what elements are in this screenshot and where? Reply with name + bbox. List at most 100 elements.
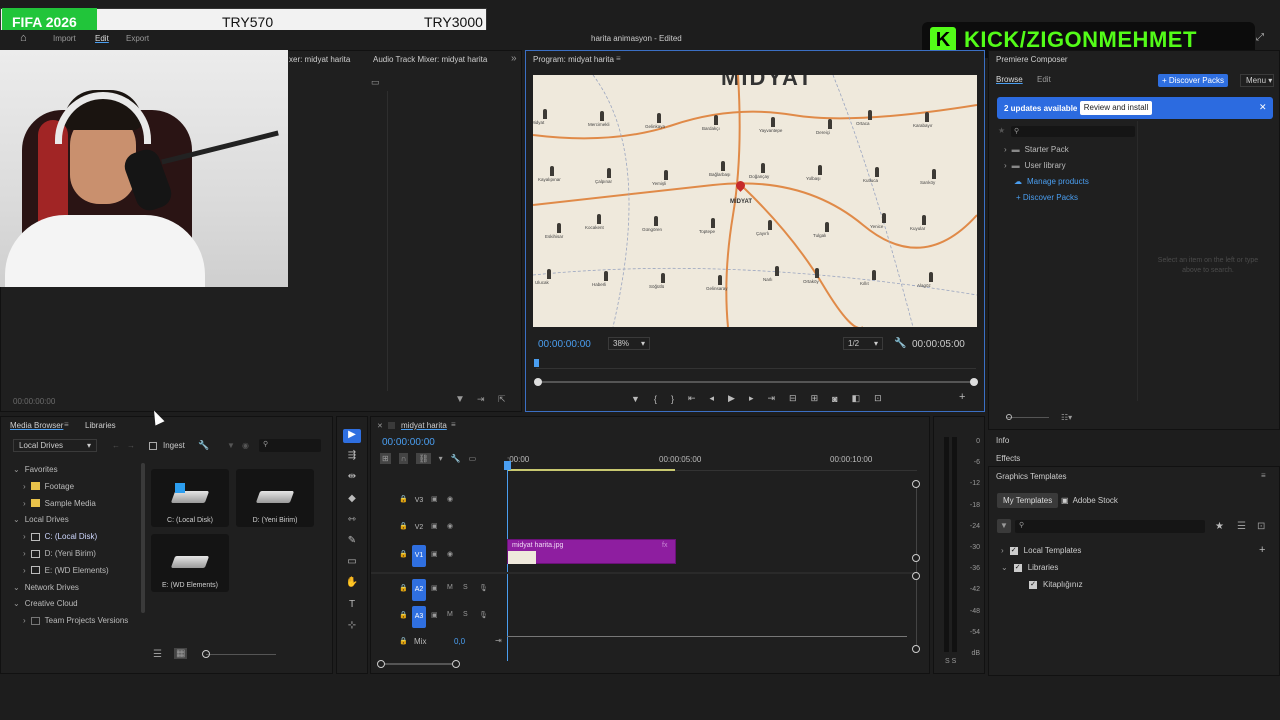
track-select-icon[interactable]: ⇶ xyxy=(343,450,361,464)
media-tree-item[interactable]: › Sample Media xyxy=(23,499,96,508)
razor-icon[interactable]: ◆ xyxy=(343,493,361,507)
step-back-icon[interactable]: ◂ xyxy=(710,393,715,404)
export-frame-icon[interactable]: ⇱ xyxy=(498,394,506,405)
lock-icon[interactable]: 🔒 xyxy=(399,550,408,558)
chevron-down-icon[interactable]: ⌄ xyxy=(13,583,20,592)
vscroll-handle-mid[interactable] xyxy=(912,554,920,562)
my-templates-tab[interactable]: My Templates xyxy=(997,493,1059,508)
track-label[interactable]: A3 xyxy=(412,606,426,628)
add-icon[interactable]: + xyxy=(1259,544,1265,556)
wrench-icon[interactable]: 🔧 xyxy=(451,454,461,463)
thumb-c-drive[interactable]: C: (Local Disk) xyxy=(151,469,229,527)
timeline-vscroll[interactable] xyxy=(916,483,917,653)
tree-discover-packs[interactable]: + Discover Packs xyxy=(1016,193,1078,202)
composer-tab-browse[interactable]: Browse xyxy=(996,75,1023,84)
mix-value[interactable]: 0,0 xyxy=(454,637,465,646)
forward-arrow-icon[interactable]: → xyxy=(127,441,135,450)
timeline-hscroll[interactable] xyxy=(381,663,456,665)
tab-libraries[interactable]: Libraries xyxy=(85,421,116,430)
lock-icon[interactable]: 🔒 xyxy=(399,637,408,645)
composer-tab-edit[interactable]: Edit xyxy=(1037,75,1051,84)
rectangle-icon[interactable]: ▭ xyxy=(343,556,361,570)
mark-out-icon[interactable]: } xyxy=(671,394,674,404)
chevron-down-icon[interactable]: ⌄ xyxy=(13,599,20,608)
zoom-slider[interactable] xyxy=(1007,417,1049,418)
solo-buttons[interactable]: S S xyxy=(945,658,956,665)
chevron-right-icon[interactable]: › xyxy=(23,499,26,508)
thumb-size-slider[interactable] xyxy=(206,654,276,655)
mixer-panel-icon[interactable]: ▭ xyxy=(371,77,380,88)
program-timecode[interactable]: 00:00:00:00 xyxy=(538,339,591,350)
resolution-select[interactable]: 1/2 ▾ xyxy=(843,337,883,350)
media-tree-item[interactable]: ⌄ Favorites xyxy=(13,465,58,474)
track-label[interactable]: V1 xyxy=(412,545,426,567)
media-tree-item[interactable]: › D: (Yeni Birim) xyxy=(23,549,96,558)
discover-packs-button[interactable]: + Discover Packs xyxy=(1158,74,1228,87)
solo-icon[interactable]: S xyxy=(463,584,468,591)
tree-libraries[interactable]: ⌄ ✓ Libraries xyxy=(1001,563,1058,572)
chevron-right-icon[interactable]: › xyxy=(23,482,26,491)
composer-menu-button[interactable]: Menu ▾ xyxy=(1240,74,1274,87)
view-options-icon[interactable]: ☷▾ xyxy=(1061,413,1072,422)
wrench-icon[interactable]: 🔧 xyxy=(894,338,906,349)
effects-tab[interactable]: Effects xyxy=(996,454,1020,463)
fullscreen-icon[interactable]: ⤢ xyxy=(1256,32,1264,43)
menu-export[interactable]: Export xyxy=(126,34,149,43)
toggle-output-icon[interactable]: ▣ xyxy=(431,550,438,558)
mute-icon[interactable]: M xyxy=(447,611,453,618)
media-tree-item[interactable]: ⌄ Local Drives xyxy=(13,515,69,524)
list-icon[interactable]: ☰ xyxy=(1237,521,1246,532)
tree-kitapliginiz[interactable]: ✓ Kitaplığınız xyxy=(1029,580,1083,589)
panel-overflow-icon[interactable]: » xyxy=(511,53,517,64)
thumb-size-handle[interactable] xyxy=(202,650,210,658)
tree-starter-pack[interactable]: › ▬ Starter Pack xyxy=(1004,145,1069,154)
go-to-in-icon[interactable]: ⇤ xyxy=(688,393,696,404)
toggle-output-icon[interactable]: ▣ xyxy=(431,495,438,503)
add-button-icon[interactable]: + xyxy=(959,391,965,403)
camera-icon[interactable]: ◙ xyxy=(832,394,837,404)
media-tree-item[interactable]: ⌄ Network Drives xyxy=(13,583,79,592)
chevron-down-icon[interactable]: ⌄ xyxy=(13,465,20,474)
lock-icon[interactable]: 🔒 xyxy=(399,495,408,503)
home-icon[interactable]: ⌂ xyxy=(20,32,27,44)
chevron-down-icon[interactable]: ⌄ xyxy=(13,515,20,524)
checkbox-icon[interactable] xyxy=(149,441,157,450)
checkbox-icon[interactable]: ✓ xyxy=(1029,580,1037,589)
media-tree-item[interactable]: ⌄ Creative Cloud xyxy=(13,599,78,608)
marker-icon[interactable]: ▼ xyxy=(631,394,640,404)
lock-icon[interactable]: 🔒 xyxy=(399,611,408,619)
selection-tool-icon[interactable]: ▶ xyxy=(343,429,361,443)
work-area-bar[interactable] xyxy=(507,469,675,471)
ingest-checkbox[interactable]: Ingest xyxy=(149,441,185,450)
hscroll-handle-left[interactable] xyxy=(377,660,385,668)
thumb-e-drive[interactable]: E: (WD Elements) xyxy=(151,534,229,592)
scroll-handle-right[interactable] xyxy=(970,378,978,386)
menu-import[interactable]: Import xyxy=(53,34,76,43)
go-to-out-icon[interactable]: ⇥ xyxy=(495,636,502,645)
tree-user-library[interactable]: › ▬ User library xyxy=(1004,161,1066,170)
adobe-stock-tab[interactable]: ▣ Adobe Stock xyxy=(1061,493,1118,508)
solo-icon[interactable]: S xyxy=(463,611,468,618)
tree-manage-products[interactable]: ☁ Manage products xyxy=(1014,177,1089,186)
eye-icon[interactable]: ◉ xyxy=(447,550,453,558)
toggle-output-icon[interactable]: ▣ xyxy=(431,611,438,619)
marker-icon[interactable]: ▾ xyxy=(439,454,443,463)
chevron-right-icon[interactable]: › xyxy=(23,532,26,541)
vr-icon[interactable]: ⊡ xyxy=(874,393,882,404)
checkbox-icon[interactable]: ✓ xyxy=(1009,546,1018,555)
panel-menu-icon[interactable]: ≡ xyxy=(451,420,456,429)
mic-icon[interactable]: 🎙 xyxy=(479,611,488,619)
chevron-right-icon[interactable]: › xyxy=(23,566,26,575)
eye-icon[interactable]: ◉ xyxy=(242,441,249,450)
timeline-playhead-head[interactable] xyxy=(504,461,511,470)
step-forward-icon[interactable]: ▸ xyxy=(749,393,754,404)
close-icon[interactable]: ✕ xyxy=(377,422,383,430)
timeline-tab[interactable]: midyat harita xyxy=(401,421,447,430)
tree-scrollbar[interactable] xyxy=(141,463,145,613)
info-tab[interactable]: Info xyxy=(996,436,1009,445)
caption-tool-icon[interactable]: ⊹ xyxy=(343,620,361,634)
icon-view-icon[interactable]: ▦ xyxy=(174,648,188,659)
zoom-select[interactable]: 38% ▾ xyxy=(608,337,650,350)
tab-mixer[interactable]: xer: midyat harita xyxy=(289,55,350,64)
filter-icon[interactable]: ▼ xyxy=(455,394,465,405)
